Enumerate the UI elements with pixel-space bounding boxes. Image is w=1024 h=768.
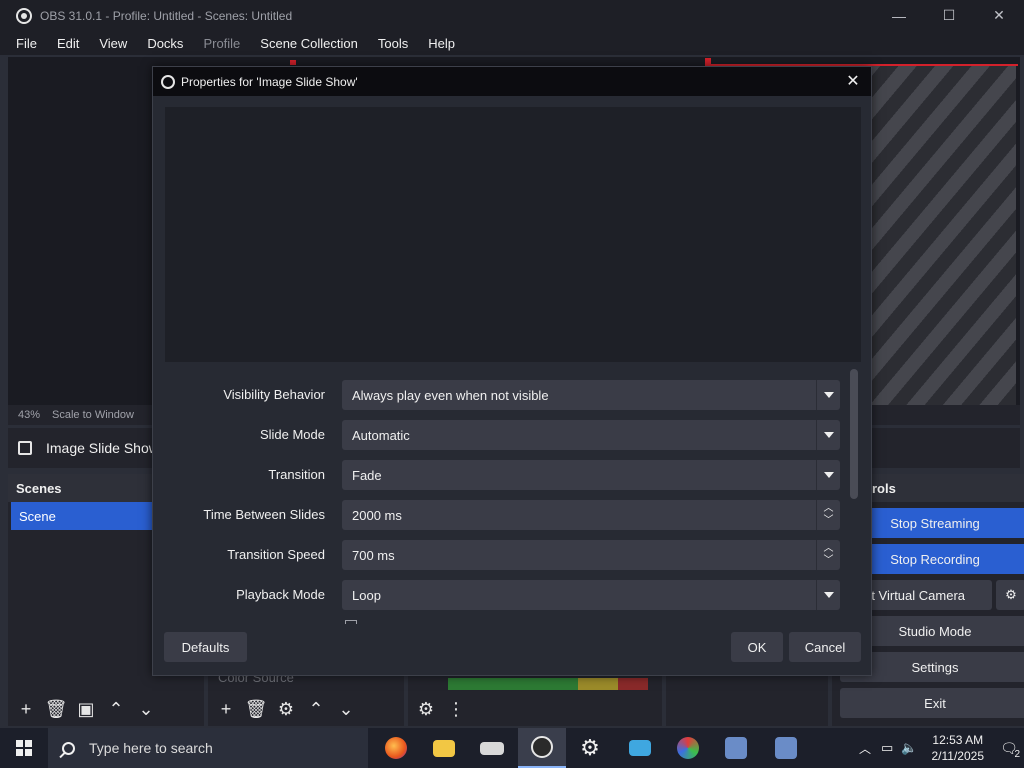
system-tray: ︿ ▭ 🔈 12:53 AM 2/11/2025 🗨 2 xyxy=(853,728,1024,768)
menu-profile[interactable]: Profile xyxy=(193,36,250,51)
slide-mode-dropdown[interactable]: Automatic xyxy=(342,420,840,450)
chevron-down-icon xyxy=(816,420,840,450)
close-icon[interactable]: ✕ xyxy=(843,71,863,91)
dialog-title-bar: Properties for 'Image Slide Show' xyxy=(153,67,871,96)
keyboard-app-icon[interactable] xyxy=(468,728,516,768)
window-title: OBS 31.0.1 - Profile: Untitled - Scenes:… xyxy=(40,8,293,23)
property-transition-speed: Transition Speed 700 ms ︿ ﹀ xyxy=(153,540,853,570)
volume-meter xyxy=(448,678,648,690)
preview-canvas[interactable] xyxy=(870,65,1016,405)
maximize-button[interactable]: ☐ xyxy=(924,0,974,31)
chevron-down-icon xyxy=(816,380,840,410)
zoom-level: 43% xyxy=(18,409,41,421)
chevron-down-icon xyxy=(816,460,840,490)
more-options-icon[interactable]: ⋮ xyxy=(444,697,468,721)
time: 12:53 AM xyxy=(932,733,984,747)
minimize-button[interactable]: — xyxy=(874,0,924,31)
search-icon xyxy=(62,741,75,755)
source-preview xyxy=(165,107,861,362)
search-placeholder: Type here to search xyxy=(89,740,213,756)
visibility-behavior-dropdown[interactable]: Always play even when not visible xyxy=(342,380,840,410)
playback-mode-dropdown[interactable]: Loop xyxy=(342,580,840,610)
checkbox[interactable] xyxy=(345,620,357,624)
spinner-arrows-icon[interactable]: ︿ ﹀ xyxy=(816,540,840,570)
property-label: Visibility Behavior xyxy=(223,387,325,402)
property-visibility-behavior: Visibility Behavior Always play even whe… xyxy=(153,380,853,410)
menu-scene-collection[interactable]: Scene Collection xyxy=(250,36,368,51)
ok-button[interactable]: OK xyxy=(731,632,783,662)
menu-bar: File Edit View Docks Profile Scene Colle… xyxy=(0,31,1024,55)
menu-help[interactable]: Help xyxy=(418,36,465,51)
property-label: Transition Speed xyxy=(227,547,325,562)
taskbar-search[interactable]: Type here to search xyxy=(48,728,368,768)
menu-tools[interactable]: Tools xyxy=(368,36,418,51)
remote-desktop-icon[interactable] xyxy=(616,728,664,768)
obs-logo-icon xyxy=(161,74,175,89)
chevron-down-icon xyxy=(816,580,840,610)
move-down-icon[interactable]: ⌄ xyxy=(334,697,358,721)
notification-center-icon[interactable]: 🗨 2 xyxy=(994,728,1024,768)
dialog-title: Properties for 'Image Slide Show' xyxy=(181,74,358,89)
chevron-up-icon[interactable]: ︿ xyxy=(859,740,871,757)
file-explorer-icon[interactable] xyxy=(420,728,468,768)
scale-mode[interactable]: Scale to Window xyxy=(52,409,134,421)
settings-icon[interactable]: ⚙ xyxy=(566,728,614,768)
move-up-icon[interactable]: ⌃ xyxy=(304,697,328,721)
windows-logo-icon xyxy=(16,740,32,756)
menu-edit[interactable]: Edit xyxy=(47,36,89,51)
selected-source-name: Image Slide Show xyxy=(46,440,159,456)
gear-icon[interactable]: ⚙ xyxy=(996,580,1024,610)
transition-speed-spinbox[interactable]: 700 ms ︿ ﹀ xyxy=(342,540,840,570)
properties-dialog: Properties for 'Image Slide Show' ✕ Visi… xyxy=(152,66,872,676)
filter-icon[interactable]: ▣ xyxy=(74,697,98,721)
date: 2/11/2025 xyxy=(931,749,985,763)
firefox-icon[interactable] xyxy=(372,728,420,768)
property-slide-mode: Slide Mode Automatic xyxy=(153,420,853,450)
property-label: Transition xyxy=(268,467,325,482)
time-between-slides-spinbox[interactable]: 2000 ms ︿ ﹀ xyxy=(342,500,840,530)
obs-logo-icon xyxy=(16,7,32,24)
network-icon[interactable]: ▭ xyxy=(881,740,893,756)
selection-handle[interactable] xyxy=(290,60,296,65)
transition-dropdown[interactable]: Fade xyxy=(342,460,840,490)
slideshow-icon xyxy=(18,441,32,455)
move-down-icon[interactable]: ⌄ xyxy=(134,697,158,721)
property-label: Slide Mode xyxy=(259,427,325,442)
cancel-button[interactable]: Cancel xyxy=(789,632,861,662)
property-transition: Transition Fade xyxy=(153,460,853,490)
title-bar: OBS 31.0.1 - Profile: Untitled - Scenes:… xyxy=(0,0,1024,31)
defaults-button[interactable]: Defaults xyxy=(164,632,247,662)
move-up-icon[interactable]: ⌃ xyxy=(104,697,128,721)
close-window-button[interactable]: ✕ xyxy=(974,0,1024,31)
menu-view[interactable]: View xyxy=(89,36,137,51)
clock[interactable]: 12:53 AM 2/11/2025 xyxy=(932,732,985,764)
trash-icon[interactable]: 🗑 xyxy=(244,697,268,721)
gear-icon[interactable]: ⚙ xyxy=(414,697,438,721)
trash-icon[interactable]: 🗑 xyxy=(44,697,68,721)
exit-button[interactable]: Exit xyxy=(840,688,1024,718)
spinner-arrows-icon[interactable]: ︿ ﹀ xyxy=(816,500,840,530)
property-label: Time Between Slides xyxy=(203,507,325,522)
selection-handle[interactable] xyxy=(705,58,711,64)
property-playback-mode: Playback Mode Loop xyxy=(153,580,853,610)
menu-file[interactable]: File xyxy=(6,36,47,51)
add-icon[interactable]: + xyxy=(214,697,238,721)
notification-count: 2 xyxy=(1014,749,1020,760)
properties-scrollbar[interactable] xyxy=(850,369,858,499)
property-time-between-slides: Time Between Slides 2000 ms ︿ ﹀ xyxy=(153,500,853,530)
network-app-icon[interactable] xyxy=(712,728,760,768)
network-app2-icon[interactable] xyxy=(762,728,810,768)
taskbar: Type here to search ⚙ ︿ ▭ 🔈 12:53 AM 2/1… xyxy=(0,728,1024,768)
start-button[interactable] xyxy=(0,728,48,768)
gear-icon[interactable]: ⚙ xyxy=(274,697,298,721)
menu-docks[interactable]: Docks xyxy=(137,36,193,51)
property-label: Playback Mode xyxy=(236,587,325,602)
obs-icon[interactable] xyxy=(518,728,566,768)
color-app-icon[interactable] xyxy=(664,728,712,768)
add-icon[interactable]: + xyxy=(14,697,38,721)
volume-muted-icon[interactable]: 🔈 xyxy=(901,740,917,756)
